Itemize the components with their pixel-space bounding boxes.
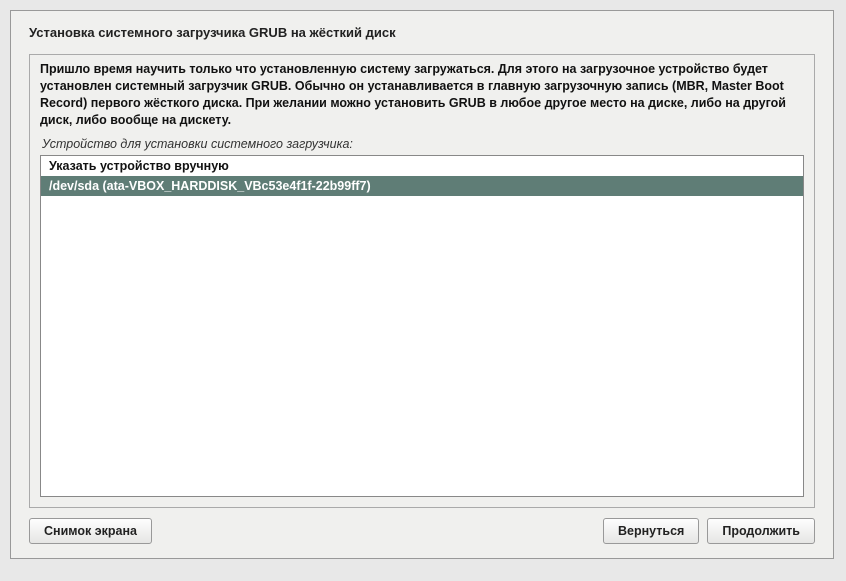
continue-button[interactable]: Продолжить — [707, 518, 815, 544]
page-title: Установка системного загрузчика GRUB на … — [29, 25, 815, 40]
device-prompt-label: Устройство для установки системного загр… — [42, 137, 804, 151]
description-text: Пришло время научить только что установл… — [40, 61, 804, 129]
installer-window: Установка системного загрузчика GRUB на … — [10, 10, 834, 559]
device-listbox[interactable]: Указать устройство вручную /dev/sda (ata… — [40, 155, 804, 498]
list-item-dev-sda[interactable]: /dev/sda (ata-VBOX_HARDDISK_VBc53e4f1f-2… — [41, 176, 803, 196]
content-frame: Пришло время научить только что установл… — [29, 54, 815, 508]
list-item-manual[interactable]: Указать устройство вручную — [41, 156, 803, 176]
button-group-right: Вернуться Продолжить — [603, 518, 815, 544]
button-row: Снимок экрана Вернуться Продолжить — [29, 518, 815, 544]
button-group-left: Снимок экрана — [29, 518, 152, 544]
screenshot-button[interactable]: Снимок экрана — [29, 518, 152, 544]
back-button[interactable]: Вернуться — [603, 518, 699, 544]
